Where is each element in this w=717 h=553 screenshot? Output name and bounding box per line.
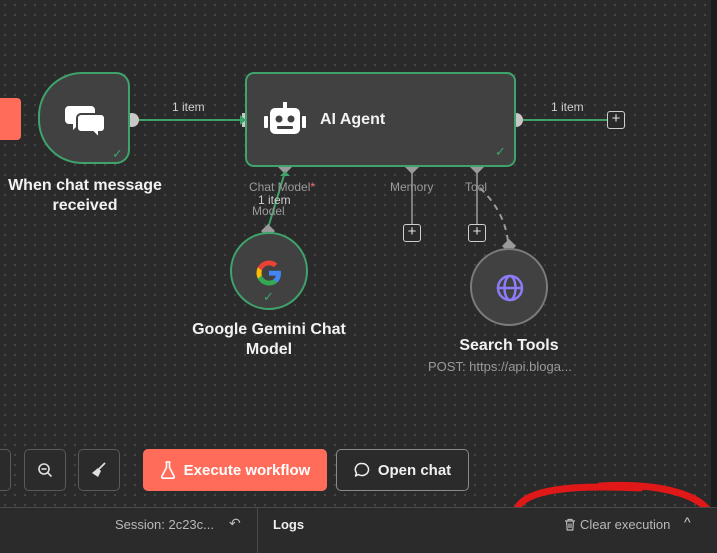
ai-agent-title: AI Agent bbox=[320, 111, 386, 128]
trigger-add-button[interactable] bbox=[0, 98, 21, 140]
flask-icon bbox=[160, 461, 175, 479]
search-tools-subtitle: POST: https://api.bloga... bbox=[428, 359, 572, 374]
gemini-chat-model-node[interactable]: ✓ bbox=[230, 232, 308, 310]
chat-model-port-label: Chat Model* bbox=[249, 180, 316, 194]
bar-divider bbox=[257, 508, 258, 553]
tool-port-label: Tool bbox=[465, 180, 488, 194]
trigger-node-title: When chat message received bbox=[8, 177, 162, 214]
globe-icon bbox=[496, 274, 524, 302]
connection-item-count: 1 item bbox=[172, 100, 205, 114]
gemini-node-title: Google Gemini Chat Model bbox=[192, 321, 346, 358]
success-check-icon: ✓ bbox=[112, 146, 123, 161]
clear-execution-button[interactable]: Clear execution bbox=[564, 517, 670, 532]
clear-execution-label: Clear execution bbox=[580, 517, 671, 532]
execute-workflow-button[interactable]: Execute workflow bbox=[143, 449, 327, 491]
agent-output-add-button[interactable]: + bbox=[607, 111, 625, 129]
output-item-count: 1 item bbox=[551, 100, 584, 114]
search-tools-title: Search Tools bbox=[459, 337, 559, 354]
success-check-icon: ✓ bbox=[495, 144, 506, 159]
zoom-out-button[interactable] bbox=[24, 449, 66, 491]
success-check-icon: ✓ bbox=[263, 289, 274, 304]
execute-workflow-label: Execute workflow bbox=[183, 461, 311, 479]
chat-icon bbox=[354, 462, 370, 477]
open-chat-button[interactable]: Open chat bbox=[336, 449, 469, 491]
robot-icon bbox=[264, 102, 306, 134]
zoom-out-icon bbox=[38, 463, 53, 478]
open-chat-label: Open chat bbox=[377, 461, 452, 479]
logs-tab[interactable]: Logs bbox=[273, 517, 304, 532]
add-memory-button[interactable]: + bbox=[403, 224, 421, 242]
memory-port-label: Memory bbox=[390, 180, 434, 194]
canvas-right-edge bbox=[711, 0, 717, 507]
tidy-up-button[interactable] bbox=[78, 449, 120, 491]
session-id: Session: 2c23c... bbox=[115, 517, 214, 532]
reset-session-icon[interactable]: ↶ bbox=[229, 515, 241, 532]
fit-view-button[interactable] bbox=[0, 449, 11, 491]
google-g-icon bbox=[256, 260, 281, 286]
chevron-up-icon[interactable]: ^ bbox=[684, 514, 691, 530]
bottom-logs-bar: Session: 2c23c... ↶ Logs Clear execution… bbox=[0, 507, 717, 553]
trigger-node[interactable]: ✓ bbox=[38, 72, 130, 164]
search-tools-node[interactable] bbox=[470, 248, 548, 326]
chat-bubbles-icon bbox=[65, 106, 106, 138]
add-tool-button[interactable]: + bbox=[468, 224, 486, 242]
broom-icon bbox=[92, 462, 106, 477]
trash-icon bbox=[565, 518, 575, 531]
model-port-label: Model bbox=[252, 204, 285, 218]
chat-model-arrow-icon bbox=[280, 171, 290, 176]
